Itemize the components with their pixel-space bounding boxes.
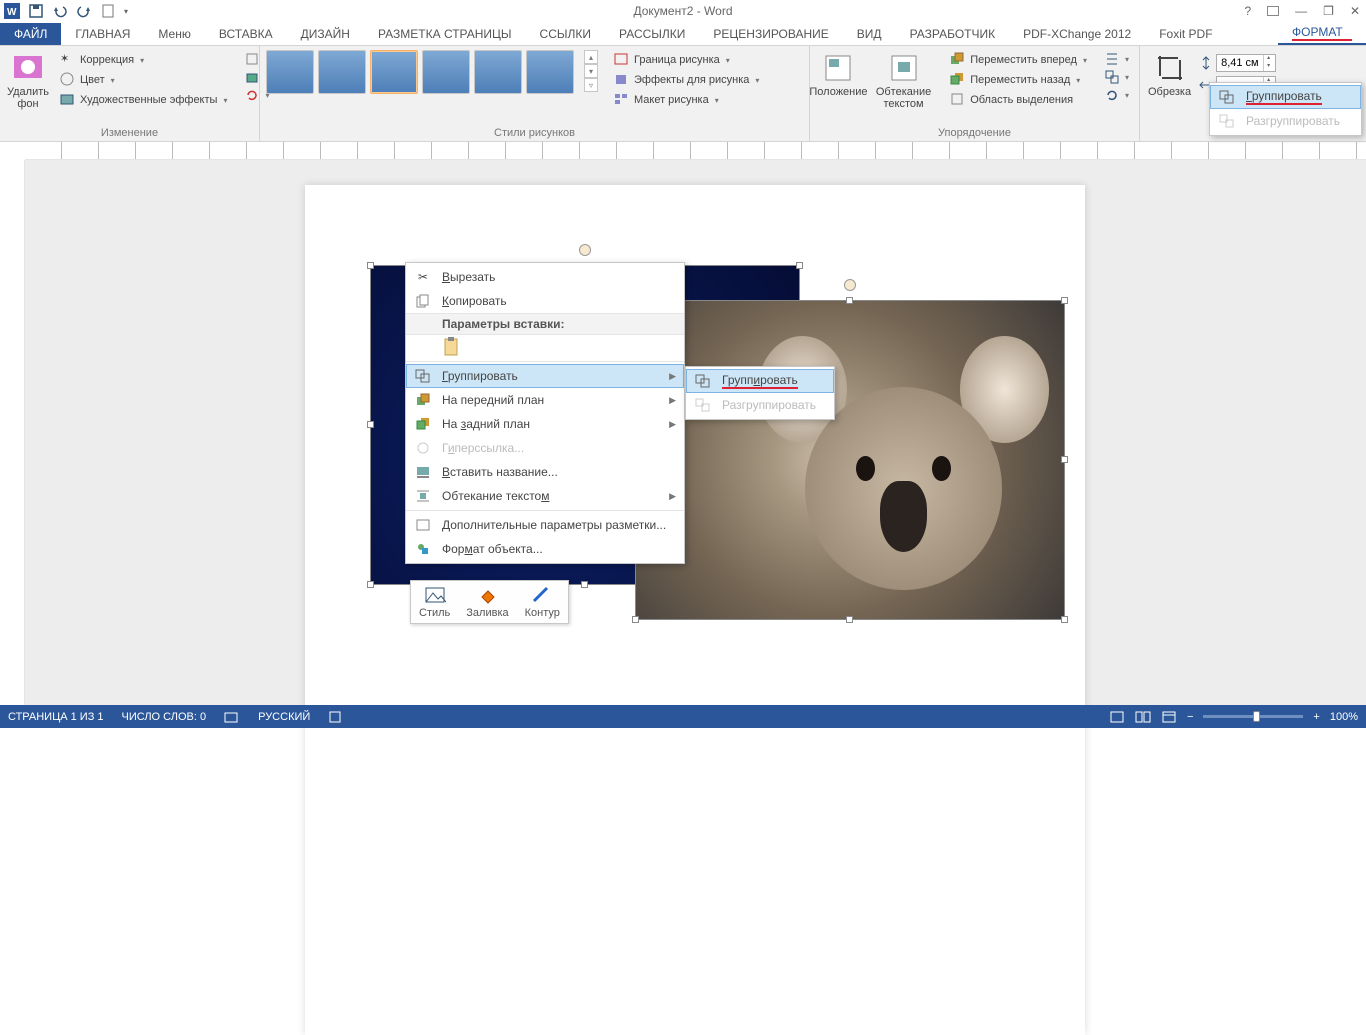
tab-references[interactable]: ССЫЛКИ	[526, 24, 605, 45]
tab-mailings[interactable]: РАССЫЛКИ	[605, 24, 699, 45]
rotate-handle-icon[interactable]	[579, 244, 591, 256]
view-web-icon[interactable]	[1161, 710, 1177, 724]
view-read-icon[interactable]	[1135, 710, 1151, 724]
status-page[interactable]: СТРАНИЦА 1 ИЗ 1	[8, 711, 104, 723]
tab-format[interactable]: ФОРМАТ	[1278, 22, 1366, 45]
tab-page-layout[interactable]: РАЗМЕТКА СТРАНИЦЫ	[364, 24, 526, 45]
ribbon-drop-group[interactable]: Группировать	[1210, 85, 1361, 109]
redo-icon[interactable]	[76, 3, 92, 19]
ruler-horizontal[interactable]	[25, 142, 1366, 160]
tab-menu[interactable]: Меню	[144, 24, 204, 45]
picture-border-button[interactable]: Граница рисунка▾	[610, 50, 763, 70]
tab-file[interactable]: ФАЙЛ	[0, 23, 61, 45]
group-label-adjust: Изменение	[6, 125, 253, 141]
gallery-more-icon[interactable]: ▿	[584, 78, 598, 92]
new-doc-icon[interactable]	[100, 3, 116, 19]
color-button[interactable]: Цвет▾	[56, 70, 231, 90]
ctx-hyperlink: Гиперссылка...	[406, 436, 684, 460]
word-icon: W	[4, 3, 20, 19]
zoom-level[interactable]: 100%	[1330, 711, 1358, 723]
artistic-effects-button[interactable]: Художественные эффекты▾	[56, 90, 231, 110]
tab-insert[interactable]: ВСТАВКА	[205, 24, 287, 45]
submenu-group[interactable]: Группировать	[686, 369, 834, 393]
status-spellcheck-icon[interactable]	[224, 710, 240, 724]
maximize-icon[interactable]: ❐	[1323, 4, 1334, 18]
status-macro-icon[interactable]	[328, 710, 342, 724]
picture-effects-button[interactable]: Эффекты для рисунка▾	[610, 70, 763, 90]
mini-fill-button[interactable]: Заливка	[458, 581, 516, 623]
rotate-handle-icon[interactable]	[844, 279, 856, 291]
bring-forward-button[interactable]: Переместить вперед▾	[946, 50, 1091, 70]
ctx-paste-header: Параметры вставки:	[406, 313, 684, 335]
group-label-arrange: Упорядочение	[816, 125, 1133, 141]
group-submenu: Группировать Разгруппировать	[685, 366, 835, 420]
ctx-more-layout[interactable]: Дополнительные параметры разметки...	[406, 513, 684, 537]
undo-icon[interactable]	[52, 3, 68, 19]
status-words[interactable]: ЧИСЛО СЛОВ: 0	[122, 711, 207, 723]
height-icon	[1199, 56, 1213, 70]
send-backward-button[interactable]: Переместить назад▾	[946, 70, 1091, 90]
tab-view[interactable]: ВИД	[843, 24, 896, 45]
selection-pane-button[interactable]: Область выделения	[946, 90, 1091, 110]
mini-outline-button[interactable]: Контур	[517, 581, 568, 623]
group-button[interactable]: ▾	[1101, 68, 1133, 86]
picture-styles-gallery[interactable]	[266, 50, 574, 94]
window-title: Документ2 - Word	[633, 4, 732, 18]
submenu-ungroup: Разгруппировать	[686, 393, 834, 417]
height-input[interactable]: ▴▾	[1216, 54, 1276, 72]
position-button[interactable]: Положение	[816, 50, 861, 100]
rotate-button[interactable]: ▾	[1101, 86, 1133, 104]
zoom-out-icon[interactable]: −	[1187, 711, 1193, 723]
minimize-icon[interactable]: —	[1295, 4, 1307, 18]
ctx-wrap-text[interactable]: Обтекание текстом▶	[406, 484, 684, 508]
ribbon-display-icon[interactable]	[1267, 6, 1279, 16]
crop-button[interactable]: Обрезка	[1146, 50, 1193, 100]
tab-foxit[interactable]: Foxit PDF	[1145, 24, 1226, 45]
tab-pdfxchange[interactable]: PDF-XChange 2012	[1009, 24, 1145, 45]
mini-toolbar: Стиль Заливка Контур	[410, 580, 569, 624]
view-print-icon[interactable]	[1109, 710, 1125, 724]
svg-text:W: W	[7, 7, 17, 18]
status-language[interactable]: РУССКИЙ	[258, 711, 310, 723]
ctx-group[interactable]: Группировать▶	[406, 364, 684, 388]
tab-developer[interactable]: РАЗРАБОТЧИК	[896, 24, 1010, 45]
mini-style-button[interactable]: Стиль	[411, 581, 458, 623]
wrap-text-button[interactable]: Обтекание текстом	[867, 50, 940, 112]
tab-home[interactable]: ГЛАВНАЯ	[61, 24, 144, 45]
ctx-cut[interactable]: ✂Вырезать	[406, 265, 684, 289]
context-menu: ✂Вырезать Копировать Параметры вставки: …	[405, 262, 685, 564]
close-icon[interactable]: ✕	[1350, 4, 1360, 18]
zoom-in-icon[interactable]: +	[1313, 711, 1319, 723]
gallery-up-icon[interactable]: ▴	[584, 50, 598, 64]
selected-image-2[interactable]	[635, 300, 1065, 620]
save-icon[interactable]	[28, 3, 44, 19]
ribbon-drop-ungroup: Разгруппировать	[1210, 109, 1361, 133]
picture-layout-button[interactable]: Макет рисунка▾	[610, 90, 763, 110]
gallery-down-icon[interactable]: ▾	[584, 64, 598, 78]
corrections-button[interactable]: ✶Коррекция▾	[56, 50, 231, 70]
ctx-send-back[interactable]: На задний план▶	[406, 412, 684, 436]
ctx-insert-caption[interactable]: Вставить название...	[406, 460, 684, 484]
ruler-vertical[interactable]	[0, 160, 25, 705]
help-icon[interactable]: ?	[1244, 4, 1251, 18]
tab-design[interactable]: ДИЗАЙН	[287, 24, 364, 45]
qat-menu-icon[interactable]: ▾	[124, 7, 128, 16]
ctx-paste-option[interactable]	[406, 335, 684, 359]
zoom-slider[interactable]	[1203, 715, 1303, 718]
ctx-copy[interactable]: Копировать	[406, 289, 684, 313]
ctx-format-object[interactable]: Формат объекта...	[406, 537, 684, 561]
align-button[interactable]: ▾	[1101, 50, 1133, 68]
group-label-styles: Стили рисунков	[266, 125, 803, 141]
remove-background-button[interactable]: Удалить фон	[6, 50, 50, 112]
tab-review[interactable]: РЕЦЕНЗИРОВАНИЕ	[699, 24, 842, 45]
ctx-bring-front[interactable]: На передний план▶	[406, 388, 684, 412]
